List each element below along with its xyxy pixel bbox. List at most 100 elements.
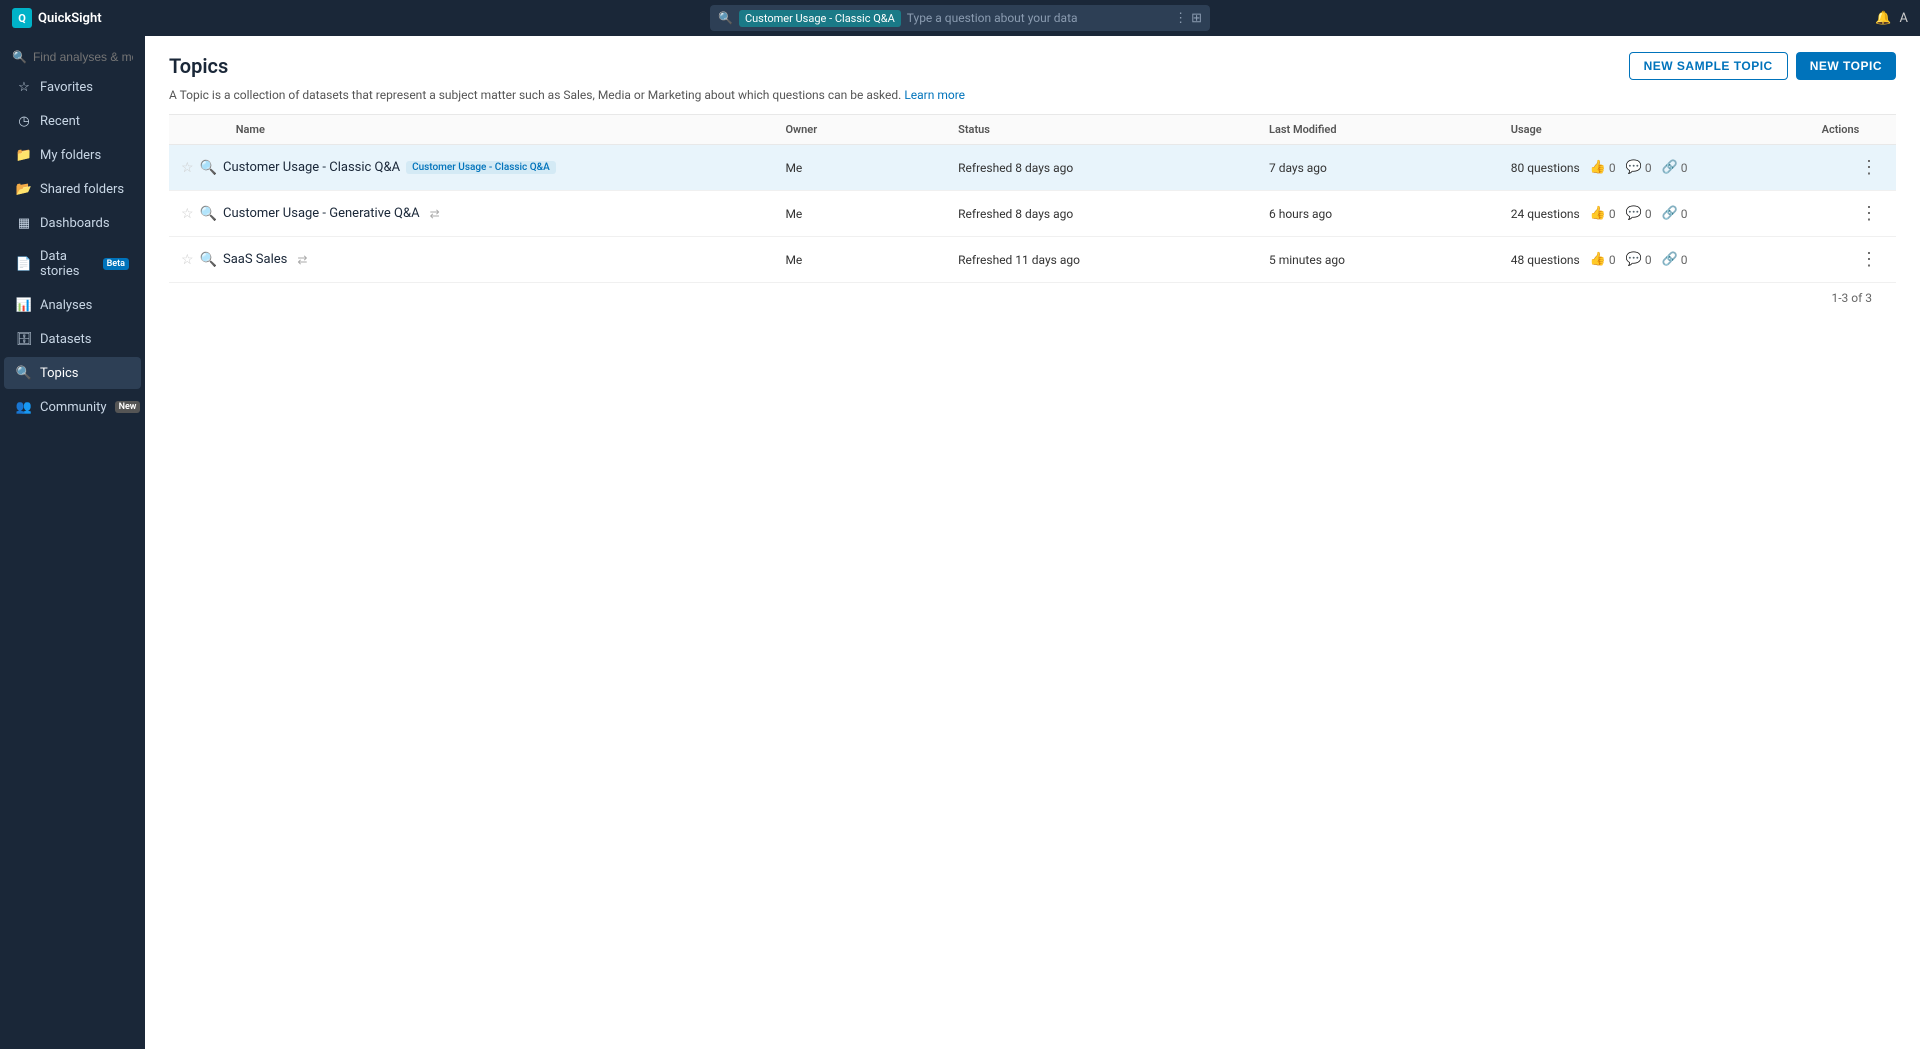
- row-actions-cell: ⋮: [1810, 237, 1896, 283]
- row-actions-cell: ⋮: [1810, 145, 1896, 191]
- main-content: Topics NEW SAMPLE TOPIC NEW TOPIC A Topi…: [145, 36, 1920, 1049]
- questions-count: 48 questions: [1511, 253, 1580, 267]
- new-badge: New: [115, 401, 141, 413]
- sidebar-item-shared-folders[interactable]: 📂 Shared folders: [4, 173, 141, 205]
- comment-icon: 💬: [1626, 252, 1642, 267]
- questions-count: 24 questions: [1511, 207, 1580, 221]
- col-header-owner: Owner: [773, 115, 946, 145]
- row-modified-cell: 6 hours ago: [1257, 191, 1499, 237]
- links: 🔗 0: [1662, 252, 1688, 267]
- pagination: 1-3 of 3: [169, 283, 1896, 313]
- link-icon: 🔗: [1662, 206, 1678, 221]
- sidebar-search[interactable]: 🔍: [0, 44, 145, 70]
- col-header-name: Name: [169, 115, 773, 145]
- row-usage-cell: 24 questions 👍 0 💬 0 🔗: [1499, 191, 1810, 237]
- search-placeholder-text: Type a question about your data: [907, 11, 1168, 25]
- sidebar-item-label: Analyses: [40, 298, 92, 313]
- link-icon: 🔗: [1662, 160, 1678, 175]
- learn-more-link[interactable]: Learn more: [904, 88, 965, 102]
- thumbs-up-icon: 👍: [1590, 252, 1606, 267]
- app-logo: Q QuickSight: [12, 8, 102, 28]
- sidebar-item-label: Datasets: [40, 332, 92, 347]
- sidebar-search-input[interactable]: [33, 50, 133, 64]
- comment-icon: 💬: [1626, 206, 1642, 221]
- col-header-usage: Usage: [1499, 115, 1810, 145]
- sidebar-item-label: Dashboards: [40, 216, 110, 231]
- sidebar-item-analyses[interactable]: 📊 Analyses: [4, 289, 141, 321]
- thumbs-up: 👍 0: [1590, 252, 1616, 267]
- col-header-status: Status: [946, 115, 1257, 145]
- row-usage-cell: 80 questions 👍 0 💬 0 🔗: [1499, 145, 1810, 191]
- comments: 💬 0: [1626, 206, 1652, 221]
- sidebar-item-community[interactable]: 👥 Community New: [4, 391, 141, 423]
- more-options-button[interactable]: ⋮: [1854, 155, 1884, 180]
- dashboards-icon: ▦: [16, 215, 32, 231]
- topic-search-icon: 🔍: [200, 206, 217, 222]
- sidebar-item-recent[interactable]: ◷ Recent: [4, 105, 141, 137]
- links: 🔗 0: [1662, 206, 1688, 221]
- row-owner-cell: Me: [773, 191, 946, 237]
- sidebar-item-favorites[interactable]: ☆ Favorites: [4, 71, 141, 103]
- beta-badge: Beta: [103, 258, 129, 270]
- table-row: ☆ 🔍 Customer Usage - Classic Q&A Custome…: [169, 145, 1896, 191]
- more-options-button[interactable]: ⋮: [1854, 247, 1884, 272]
- header-actions: NEW SAMPLE TOPIC NEW TOPIC: [1629, 52, 1896, 80]
- my-folders-icon: 📁: [16, 147, 32, 163]
- new-sample-topic-button[interactable]: NEW SAMPLE TOPIC: [1629, 52, 1788, 80]
- sidebar-item-label: Data stories: [40, 249, 95, 279]
- notification-icon[interactable]: 🔔: [1875, 11, 1891, 26]
- topic-name: Customer Usage - Classic Q&A: [223, 160, 400, 175]
- sidebar-item-my-folders[interactable]: 📁 My folders: [4, 139, 141, 171]
- page-header: Topics NEW SAMPLE TOPIC NEW TOPIC: [145, 36, 1920, 88]
- row-owner-cell: Me: [773, 237, 946, 283]
- page-title: Topics: [169, 54, 228, 78]
- table-row: ☆ 🔍 SaaS Sales ⇄ Me Refreshed 11 days ag…: [169, 237, 1896, 283]
- sidebar-item-label: Shared folders: [40, 182, 124, 197]
- row-status-cell: Refreshed 8 days ago: [946, 145, 1257, 191]
- row-owner-cell: Me: [773, 145, 946, 191]
- comment-icon: 💬: [1626, 160, 1642, 175]
- col-header-modified: Last Modified: [1257, 115, 1499, 145]
- thumbs-up: 👍 0: [1590, 206, 1616, 221]
- thumbs-up-icon: 👍: [1590, 206, 1606, 221]
- links: 🔗 0: [1662, 160, 1688, 175]
- row-actions-cell: ⋮: [1810, 191, 1896, 237]
- description-text: A Topic is a collection of datasets that…: [169, 88, 901, 102]
- star-button[interactable]: ☆: [181, 160, 194, 176]
- more-options-button[interactable]: ⋮: [1854, 201, 1884, 226]
- table-row: ☆ 🔍 Customer Usage - Generative Q&A ⇄ Me…: [169, 191, 1896, 237]
- app-layout: 🔍 ☆ Favorites ◷ Recent 📁 My folders 📂 Sh…: [0, 36, 1920, 1049]
- row-modified-cell: 7 days ago: [1257, 145, 1499, 191]
- page-description: A Topic is a collection of datasets that…: [145, 88, 1920, 114]
- sidebar-item-label: Favorites: [40, 80, 93, 95]
- star-button[interactable]: ☆: [181, 252, 194, 268]
- sidebar-item-topics[interactable]: 🔍 Topics: [4, 357, 141, 389]
- comments: 💬 0: [1626, 160, 1652, 175]
- sidebar-item-label: Community: [40, 400, 107, 415]
- table-container: Name Owner Status Last Modified Usage Ac…: [145, 115, 1920, 1049]
- logo-icon: Q: [12, 8, 32, 28]
- top-bar: Q QuickSight 🔍 Customer Usage - Classic …: [0, 0, 1920, 36]
- share-icon: ⇄: [297, 253, 307, 267]
- search-tag-chip: Customer Usage - Classic Q&A: [739, 10, 901, 27]
- sidebar-item-dashboards[interactable]: ▦ Dashboards: [4, 207, 141, 239]
- analyses-icon: 📊: [16, 297, 32, 313]
- new-topic-button[interactable]: NEW TOPIC: [1796, 52, 1896, 80]
- global-search-bar[interactable]: 🔍 Customer Usage - Classic Q&A Type a qu…: [710, 5, 1210, 31]
- user-icon[interactable]: A: [1900, 11, 1908, 26]
- sidebar: 🔍 ☆ Favorites ◷ Recent 📁 My folders 📂 Sh…: [0, 36, 145, 1049]
- sidebar-item-data-stories[interactable]: 📄 Data stories Beta: [4, 241, 141, 287]
- row-name-cell: ☆ 🔍 SaaS Sales ⇄: [169, 237, 773, 283]
- community-icon: 👥: [16, 399, 32, 415]
- row-usage-cell: 48 questions 👍 0 💬 0 🔗: [1499, 237, 1810, 283]
- row-name-cell: ☆ 🔍 Customer Usage - Classic Q&A Custome…: [169, 145, 773, 191]
- search-magnifier-icon: 🔍: [718, 11, 733, 25]
- table-body: ☆ 🔍 Customer Usage - Classic Q&A Custome…: [169, 145, 1896, 283]
- comments: 💬 0: [1626, 252, 1652, 267]
- active-tag-chip: Customer Usage - Classic Q&A: [406, 161, 556, 174]
- topic-name: SaaS Sales: [223, 252, 287, 267]
- star-button[interactable]: ☆: [181, 206, 194, 222]
- row-modified-cell: 5 minutes ago: [1257, 237, 1499, 283]
- pagination-label: 1-3 of 3: [1831, 291, 1872, 305]
- sidebar-item-datasets[interactable]: 🗄 Datasets: [4, 323, 141, 355]
